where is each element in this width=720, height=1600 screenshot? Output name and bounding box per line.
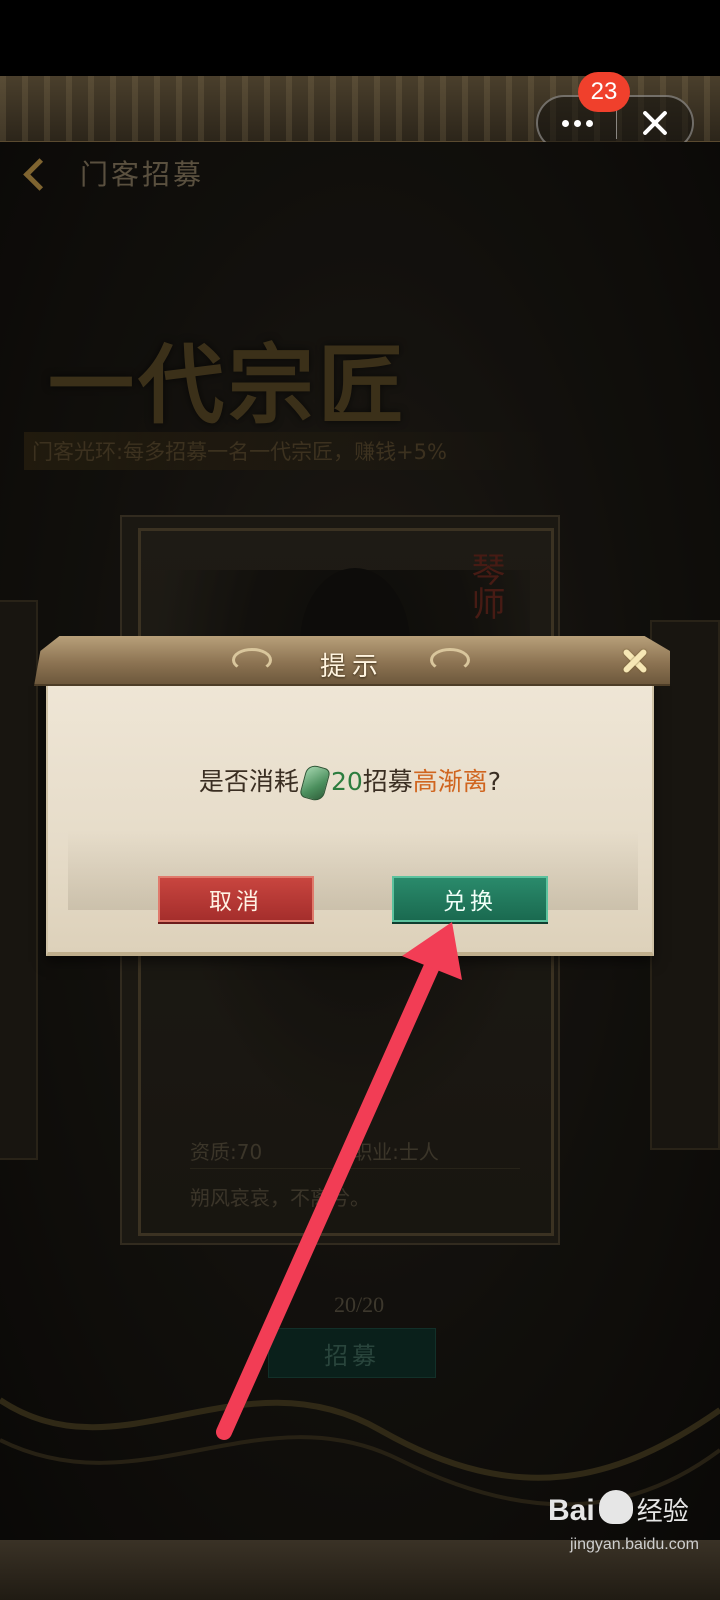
scroll-ornament-icon bbox=[430, 648, 470, 672]
baidu-watermark: Bai 经验 bbox=[548, 1490, 689, 1528]
more-dot-icon bbox=[573, 119, 581, 127]
confirm-dialog bbox=[46, 680, 654, 956]
prompt-amount: 20 bbox=[330, 767, 363, 796]
dialog-close-icon[interactable] bbox=[618, 644, 652, 678]
more-dot-icon bbox=[585, 119, 593, 127]
more-dot-icon bbox=[561, 119, 569, 127]
dialog-title: 提示 bbox=[319, 652, 384, 682]
dialog-scenery bbox=[68, 830, 638, 910]
exchange-button[interactable]: 兑换 bbox=[392, 876, 548, 922]
watermark-url: jingyan.baidu.com bbox=[570, 1536, 699, 1553]
cancel-button[interactable]: 取消 bbox=[158, 876, 314, 922]
prompt-character-name: 高渐离 bbox=[412, 767, 488, 796]
jade-token-icon bbox=[298, 763, 331, 803]
prompt-suffix: ? bbox=[487, 767, 502, 796]
dialog-prompt: 是否消耗 20招募高渐离? bbox=[46, 762, 654, 803]
scroll-ornament-icon bbox=[232, 648, 272, 672]
prompt-prefix: 是否消耗 bbox=[198, 767, 299, 796]
notification-badge: 23 bbox=[578, 72, 630, 112]
prompt-action: 招募 bbox=[362, 767, 413, 796]
watermark-suffix: 经验 bbox=[636, 1497, 689, 1527]
watermark-logo: Bai bbox=[548, 1494, 595, 1527]
paw-icon bbox=[598, 1490, 633, 1524]
status-bar bbox=[0, 0, 720, 76]
